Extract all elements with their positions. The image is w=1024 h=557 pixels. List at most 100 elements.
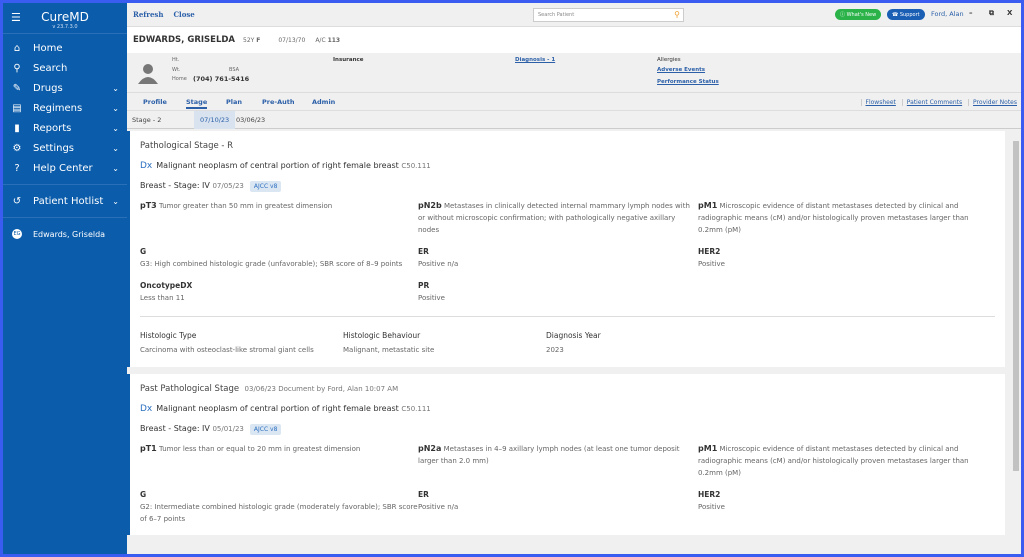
user-name[interactable]: Ford, Alan — [931, 10, 964, 18]
sidebar-item-label: Drugs — [33, 82, 63, 94]
whats-new-button[interactable]: ⓘ What's New — [835, 9, 882, 20]
sidebar-item-help-center[interactable]: ? Help Center ⌄ — [3, 158, 127, 178]
chevron-down-icon: ⌄ — [112, 83, 119, 93]
staging-field: OncotypeDX Less than 11 — [140, 280, 418, 304]
staging-field: pN2b Metastases in clinically detected i… — [418, 200, 698, 236]
stage-content: Pathological Stage - R Dx Malignant neopl… — [127, 131, 1011, 554]
home-icon: ⌂ — [13, 42, 21, 54]
chevron-down-icon: ⌄ — [112, 196, 119, 206]
chevron-down-icon: ⌄ — [112, 143, 119, 153]
sidebar-item-label: Settings — [33, 142, 75, 154]
sidebar-item-search[interactable]: ⚲ Search — [3, 58, 127, 78]
hamburger-menu-icon[interactable]: ☰ — [11, 11, 21, 24]
field-key: pN2a — [418, 444, 442, 453]
sidebar-item-regimens[interactable]: ▤ Regimens ⌄ — [3, 98, 127, 118]
tab-profile[interactable]: Profile — [143, 98, 167, 106]
field-value: Metastases in clinically detected intern… — [418, 202, 690, 234]
sidebar-item-patient-hotlist[interactable]: ↺ Patient Hotlist ⌄ — [3, 191, 127, 211]
field-key: ER — [418, 490, 429, 499]
top-bar: Refresh Close Search Patient ⚲ ⓘ What's N… — [127, 3, 1021, 27]
brand: ☰ CureMD v 23.7.3.0 — [3, 3, 127, 34]
field-key: ER — [418, 247, 429, 256]
histology-field: Diagnosis Year 2023 — [546, 329, 746, 357]
sidebar-item-label: Regimens — [33, 102, 83, 114]
field-value: Positive n/a — [418, 260, 459, 268]
field-value: Malignant, metastatic site — [343, 346, 435, 354]
tab-plan[interactable]: Plan — [226, 98, 242, 106]
close-window-button[interactable]: X — [1007, 9, 1012, 17]
app-window: ☰ CureMD v 23.7.3.0 ⌂ Home ⚲ Search ✎ Drugs ⌄ ▤… — [3, 3, 1021, 554]
scrollbar-thumb[interactable] — [1013, 141, 1019, 471]
staging-field: ER Positive n/a — [418, 246, 698, 270]
field-key: HER2 — [698, 247, 721, 256]
diagnosis: Malignant neoplasm of central portion of… — [156, 404, 399, 413]
stage-date-tab[interactable]: 03/06/23 — [231, 111, 270, 129]
close-button[interactable]: Close — [173, 10, 194, 19]
provider-notes-link[interactable]: Provider Notes — [968, 99, 1017, 106]
sidebar-item-home[interactable]: ⌂ Home — [3, 38, 127, 58]
height-label: Ht. — [172, 57, 180, 63]
gear-icon: ⚙ — [12, 142, 22, 154]
stage-title: Past Pathological Stage — [140, 384, 240, 394]
main: Refresh Close Search Patient ⚲ ⓘ What's N… — [127, 3, 1021, 554]
minimize-button[interactable]: – — [969, 9, 973, 17]
field-key: pT3 — [140, 201, 157, 210]
search-patient-input[interactable]: Search Patient ⚲ — [533, 8, 684, 22]
tab-admin[interactable]: Admin — [312, 98, 335, 106]
sidebar-item-label: Search — [33, 62, 68, 74]
field-value: G3: High combined histologic grade (unfa… — [140, 260, 403, 268]
diagnosis: Malignant neoplasm of central portion of… — [156, 161, 399, 170]
sidebar-item-drugs[interactable]: ✎ Drugs ⌄ — [3, 78, 127, 98]
patient-info: Ht. Wt. BSA Home (704) 761-5416 Insuranc… — [127, 53, 1021, 93]
icd-code: C50.111 — [401, 162, 431, 170]
support-button[interactable]: ☎ Support — [887, 9, 925, 20]
field-value: 2023 — [546, 346, 564, 354]
sidebar-item-label: Home — [33, 42, 63, 54]
field-value: Microscopic evidence of distant metastas… — [698, 202, 969, 234]
performance-status-link[interactable]: Performance Status — [657, 79, 719, 85]
field-key: HER2 — [698, 490, 721, 499]
sidebar-item-settings[interactable]: ⚙ Settings ⌄ — [3, 138, 127, 158]
stage-label: Breast - Stage: IV — [140, 424, 210, 433]
staging-field: HER2 Positive — [698, 246, 978, 270]
sex: F — [256, 36, 261, 44]
flowsheet-link[interactable]: Flowsheet — [860, 99, 896, 106]
field-key: pT1 — [140, 444, 157, 453]
field-key: OncotypeDX — [140, 281, 193, 290]
scrollbar[interactable] — [1011, 131, 1021, 554]
home-phone-label: Home — [172, 76, 187, 82]
field-key: PR — [418, 281, 430, 290]
dx-label: Dx — [140, 404, 153, 414]
staging-field: HER2 Positive — [698, 489, 978, 525]
staging-field: pT3 Tumor greater than 50 mm in greatest… — [140, 200, 418, 236]
stage-title: Pathological Stage - R — [140, 141, 234, 151]
sidebar-item-label: Reports — [33, 122, 72, 134]
chevron-down-icon: ⌄ — [112, 123, 119, 133]
field-value: Metastases in 4–9 axillary lymph nodes (… — [418, 445, 680, 465]
field-value: Positive — [418, 294, 445, 302]
field-value: Positive n/a — [418, 503, 459, 511]
allergies-label: Allergies — [657, 57, 681, 63]
staging-field: pN2a Metastases in 4–9 axillary lymph no… — [418, 443, 698, 479]
stage-date-tab-active[interactable]: 07/10/23 — [194, 111, 236, 129]
staging-field: pM1 Microscopic evidence of distant meta… — [698, 443, 978, 479]
field-value: Less than 11 — [140, 294, 185, 302]
tab-bar: Profile Stage Plan Pre-Auth Admin Flowsh… — [127, 93, 1021, 111]
stage-meta: 03/06/23 Document by Ford, Alan 10:07 AM — [244, 385, 399, 393]
patient-comments-link[interactable]: Patient Comments — [901, 99, 963, 106]
hotlist-patient[interactable]: EG Edwards, Griselda — [3, 224, 127, 244]
adverse-events-link[interactable]: Adverse Events — [657, 67, 705, 73]
field-key: pN2b — [418, 201, 442, 210]
bar-chart-icon: ▮ — [14, 122, 20, 134]
tab-pre-auth[interactable]: Pre-Auth — [262, 98, 294, 106]
ajcc-badge: AJCC v8 — [249, 181, 282, 192]
refresh-button[interactable]: Refresh — [133, 10, 163, 19]
field-value: Positive — [698, 260, 725, 268]
help-icon: ? — [14, 162, 20, 174]
restore-button[interactable]: ⧉ — [989, 9, 994, 18]
diagnosis-link[interactable]: Diagnosis - 1 — [515, 57, 555, 63]
sidebar-item-reports[interactable]: ▮ Reports ⌄ — [3, 118, 127, 138]
histology-field: Histologic Type Carcinoma with osteoclast… — [140, 329, 343, 357]
field-key: Diagnosis Year — [546, 331, 601, 340]
tab-stage[interactable]: Stage — [186, 98, 208, 109]
